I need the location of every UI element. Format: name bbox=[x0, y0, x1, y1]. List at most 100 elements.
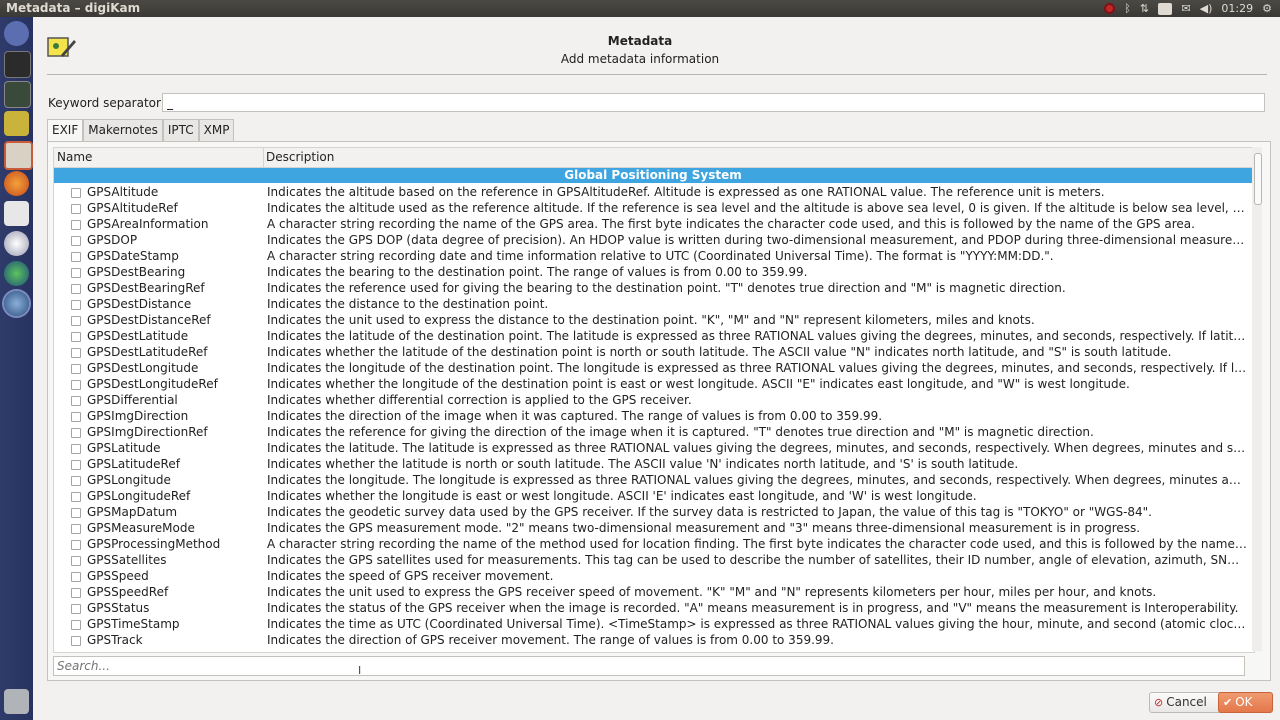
table-row[interactable]: GPSLatitude Indicates the latitude. The l… bbox=[54, 440, 1250, 456]
table-row[interactable]: GPSLongitude Indicates the longitude. The… bbox=[54, 472, 1250, 488]
row-checkbox[interactable] bbox=[71, 588, 81, 598]
row-description: Indicates the GPS measurement mode. "2" … bbox=[267, 521, 1141, 535]
cancel-button[interactable]: ⊘ Cancel bbox=[1149, 692, 1225, 713]
table-row[interactable]: GPSProcessingMethod A character string re… bbox=[54, 536, 1250, 552]
tab-xmp[interactable]: XMP bbox=[198, 119, 235, 141]
clock[interactable]: 01:29 bbox=[1221, 2, 1253, 15]
keyboard-layout-indicator[interactable]: Es bbox=[1158, 2, 1173, 15]
transfer-icon[interactable]: ⇅ bbox=[1140, 2, 1149, 15]
table-row[interactable]: GPSTimeStamp Indicates the time as UTC (C… bbox=[54, 616, 1250, 632]
row-description: A character string recording the name of… bbox=[267, 217, 1195, 231]
row-checkbox[interactable] bbox=[71, 300, 81, 310]
record-icon[interactable] bbox=[1104, 3, 1116, 14]
system-monitor-icon[interactable] bbox=[4, 81, 31, 108]
row-checkbox[interactable] bbox=[71, 444, 81, 454]
presentation-icon[interactable] bbox=[4, 111, 29, 136]
table-row[interactable]: GPSSpeedRef Indicates the unit used to ex… bbox=[54, 584, 1250, 600]
row-checkbox[interactable] bbox=[71, 364, 81, 374]
table-row[interactable]: GPSDestLongitudeRef Indicates whether the… bbox=[54, 376, 1250, 392]
column-header-description[interactable]: Description bbox=[266, 150, 334, 164]
table-row[interactable]: GPSDestLatitudeRef Indicates whether the … bbox=[54, 344, 1250, 360]
disk-icon[interactable] bbox=[4, 231, 29, 256]
tab-exif[interactable]: EXIF bbox=[47, 119, 84, 142]
row-checkbox[interactable] bbox=[71, 380, 81, 390]
table-row[interactable]: GPSDateStamp A character string recording… bbox=[54, 248, 1250, 264]
tab-iptc[interactable]: IPTC bbox=[162, 119, 199, 141]
image-viewer-icon[interactable] bbox=[4, 201, 29, 226]
search-input[interactable] bbox=[53, 656, 1245, 676]
row-checkbox[interactable] bbox=[71, 268, 81, 278]
column-divider[interactable] bbox=[263, 148, 264, 167]
digikam-icon[interactable] bbox=[4, 291, 29, 316]
tab-makernotes[interactable]: Makernotes bbox=[83, 119, 163, 141]
row-checkbox[interactable] bbox=[71, 508, 81, 518]
vertical-scrollbar[interactable] bbox=[1252, 147, 1262, 651]
row-checkbox[interactable] bbox=[71, 332, 81, 342]
trash-icon[interactable] bbox=[4, 689, 29, 714]
group-row-gps[interactable]: Global Positioning System bbox=[54, 168, 1252, 183]
scrollbar-thumb[interactable] bbox=[1254, 153, 1262, 205]
row-checkbox[interactable] bbox=[71, 188, 81, 198]
firefox-icon[interactable] bbox=[4, 171, 29, 196]
metadata-table: Name Description Global Positioning Syst… bbox=[53, 147, 1255, 653]
row-checkbox[interactable] bbox=[71, 220, 81, 230]
row-description: Indicates the reference for giving the d… bbox=[267, 425, 1094, 439]
mail-icon[interactable]: ✉ bbox=[1181, 2, 1190, 15]
table-row[interactable]: GPSDestLongitude Indicates the longitude … bbox=[54, 360, 1250, 376]
row-name: GPSDestLatitude bbox=[87, 329, 189, 343]
row-checkbox[interactable] bbox=[71, 620, 81, 630]
row-checkbox[interactable] bbox=[71, 284, 81, 294]
table-row[interactable]: GPSMapDatum Indicates the geodetic survey… bbox=[54, 504, 1250, 520]
table-row[interactable]: GPSDestDistance Indicates the distance to… bbox=[54, 296, 1250, 312]
table-row[interactable]: GPSLongitudeRef Indicates whether the lon… bbox=[54, 488, 1250, 504]
power-icon[interactable]: ⚙ bbox=[1262, 2, 1272, 15]
row-checkbox[interactable] bbox=[71, 252, 81, 262]
table-row[interactable]: GPSMeasureMode Indicates the GPS measurem… bbox=[54, 520, 1250, 536]
ok-button[interactable]: ✔ OK bbox=[1218, 692, 1273, 713]
row-checkbox[interactable] bbox=[71, 236, 81, 246]
table-row[interactable]: GPSDestLatitude Indicates the latitude of… bbox=[54, 328, 1250, 344]
row-checkbox[interactable] bbox=[71, 572, 81, 582]
row-checkbox[interactable] bbox=[71, 428, 81, 438]
globe-icon[interactable] bbox=[4, 261, 29, 286]
row-name: GPSAltitude bbox=[87, 185, 159, 199]
row-checkbox[interactable] bbox=[71, 540, 81, 550]
row-description: Indicates whether the longitude is east … bbox=[267, 489, 977, 503]
row-checkbox[interactable] bbox=[71, 604, 81, 614]
row-checkbox[interactable] bbox=[71, 460, 81, 470]
row-checkbox[interactable] bbox=[71, 524, 81, 534]
row-checkbox[interactable] bbox=[71, 204, 81, 214]
table-row[interactable]: GPSAreaInformation A character string rec… bbox=[54, 216, 1250, 232]
row-checkbox[interactable] bbox=[71, 556, 81, 566]
table-row[interactable]: GPSDestBearingRef Indicates the reference… bbox=[54, 280, 1250, 296]
row-checkbox[interactable] bbox=[71, 636, 81, 646]
table-row[interactable]: GPSAltitudeRef Indicates the altitude use… bbox=[54, 200, 1250, 216]
files-icon[interactable] bbox=[4, 141, 33, 170]
ok-button-label: OK bbox=[1235, 695, 1253, 709]
row-checkbox[interactable] bbox=[71, 412, 81, 422]
table-row[interactable]: GPSSatellites Indicates the GPS satellite… bbox=[54, 552, 1250, 568]
table-row[interactable]: GPSAltitude Indicates the altitude based … bbox=[54, 184, 1250, 200]
table-row[interactable]: GPSDestDistanceRef Indicates the unit use… bbox=[54, 312, 1250, 328]
column-header-name[interactable]: Name bbox=[57, 150, 92, 164]
row-checkbox[interactable] bbox=[71, 316, 81, 326]
row-checkbox[interactable] bbox=[71, 476, 81, 486]
table-row[interactable]: GPSStatus Indicates the status of the GPS… bbox=[54, 600, 1250, 616]
volume-icon[interactable]: ◀) bbox=[1200, 2, 1213, 15]
row-checkbox[interactable] bbox=[71, 492, 81, 502]
row-checkbox[interactable] bbox=[71, 348, 81, 358]
table-row[interactable]: GPSTrack Indicates the direction of GPS r… bbox=[54, 632, 1250, 648]
table-row[interactable]: GPSDestBearing Indicates the bearing to t… bbox=[54, 264, 1250, 280]
table-row[interactable]: GPSLatitudeRef Indicates whether the lati… bbox=[54, 456, 1250, 472]
bluetooth-icon[interactable]: ᛒ bbox=[1124, 2, 1131, 15]
row-description: Indicates the direction of GPS receiver … bbox=[267, 633, 834, 647]
table-row[interactable]: GPSDOP Indicates the GPS DOP (data degree… bbox=[54, 232, 1250, 248]
row-checkbox[interactable] bbox=[71, 396, 81, 406]
table-row[interactable]: GPSSpeed Indicates the speed of GPS recei… bbox=[54, 568, 1250, 584]
row-description: A character string recording the name of… bbox=[267, 537, 1247, 551]
table-row[interactable]: GPSImgDirection Indicates the direction o… bbox=[54, 408, 1250, 424]
keyword-separator-input[interactable] bbox=[162, 93, 1265, 112]
row-name: GPSDateStamp bbox=[87, 249, 179, 263]
table-row[interactable]: GPSImgDirectionRef Indicates the referenc… bbox=[54, 424, 1250, 440]
table-row[interactable]: GPSDifferential Indicates whether differe… bbox=[54, 392, 1250, 408]
